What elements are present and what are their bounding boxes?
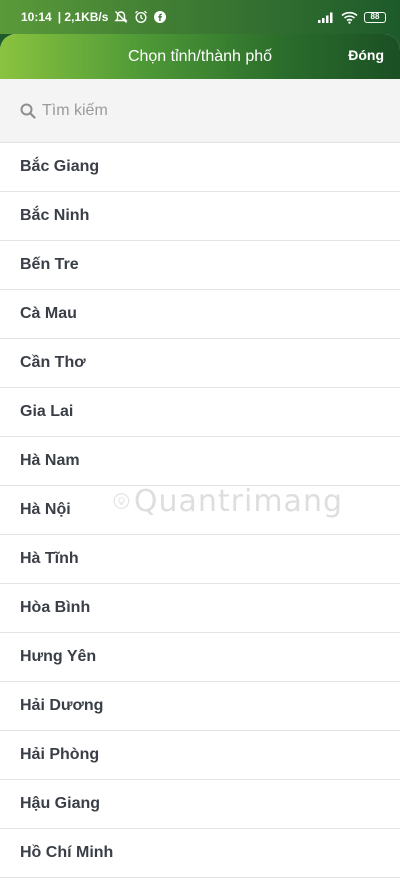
province-item[interactable]: Bến Tre xyxy=(0,241,400,290)
province-item[interactable]: Hải Phòng xyxy=(0,731,400,780)
alarm-icon xyxy=(134,10,148,24)
province-picker-sheet: Chọn tỉnh/thành phố Đóng Bắc GiangBắc Ni… xyxy=(0,34,400,889)
search-icon xyxy=(20,103,36,119)
province-item[interactable]: Hồ Chí Minh xyxy=(0,829,400,878)
status-network-speed: | 2,1KB/s xyxy=(57,10,109,24)
province-item[interactable]: Bắc Ninh xyxy=(0,192,400,241)
sheet-header: Chọn tỉnh/thành phố Đóng xyxy=(0,34,400,79)
province-item[interactable]: Hải Dương xyxy=(0,682,400,731)
sheet-title: Chọn tỉnh/thành phố xyxy=(127,47,273,65)
facebook-icon xyxy=(154,11,167,23)
battery-level: 88 xyxy=(370,12,380,21)
status-bar: 10:14 | 2,1KB/s 88 xyxy=(0,0,400,34)
province-item[interactable]: Hà Nội xyxy=(0,486,400,535)
search-bar xyxy=(0,79,400,142)
search-input[interactable] xyxy=(42,101,362,120)
province-item[interactable]: Gia Lai xyxy=(0,388,400,437)
status-left: 10:14 | 2,1KB/s xyxy=(21,10,167,24)
province-list: Bắc Giang Bắc Ninh Bến Tre Cà Mau Cần Thơ Gia… xyxy=(0,142,400,878)
status-right: 88 xyxy=(317,11,386,24)
province-item[interactable]: Hậu Giang xyxy=(0,780,400,829)
province-item[interactable]: Bắc Giang xyxy=(0,143,400,192)
wifi-icon xyxy=(341,11,358,24)
province-item[interactable]: Cần Thơ xyxy=(0,339,400,388)
province-item[interactable]: Cà Mau xyxy=(0,290,400,339)
province-item[interactable]: Hòa Bình xyxy=(0,584,400,633)
province-item[interactable]: Hà Tĩnh xyxy=(0,535,400,584)
province-item[interactable]: Hà Nam xyxy=(0,437,400,486)
province-item[interactable]: Hưng Yên xyxy=(0,633,400,682)
close-button[interactable]: Đóng xyxy=(348,47,384,63)
search-input-wrap[interactable] xyxy=(20,101,380,120)
signal-icon xyxy=(317,11,335,23)
battery-icon: 88 xyxy=(364,11,386,23)
mute-icon xyxy=(114,10,129,24)
status-time: 10:14 xyxy=(21,10,52,24)
